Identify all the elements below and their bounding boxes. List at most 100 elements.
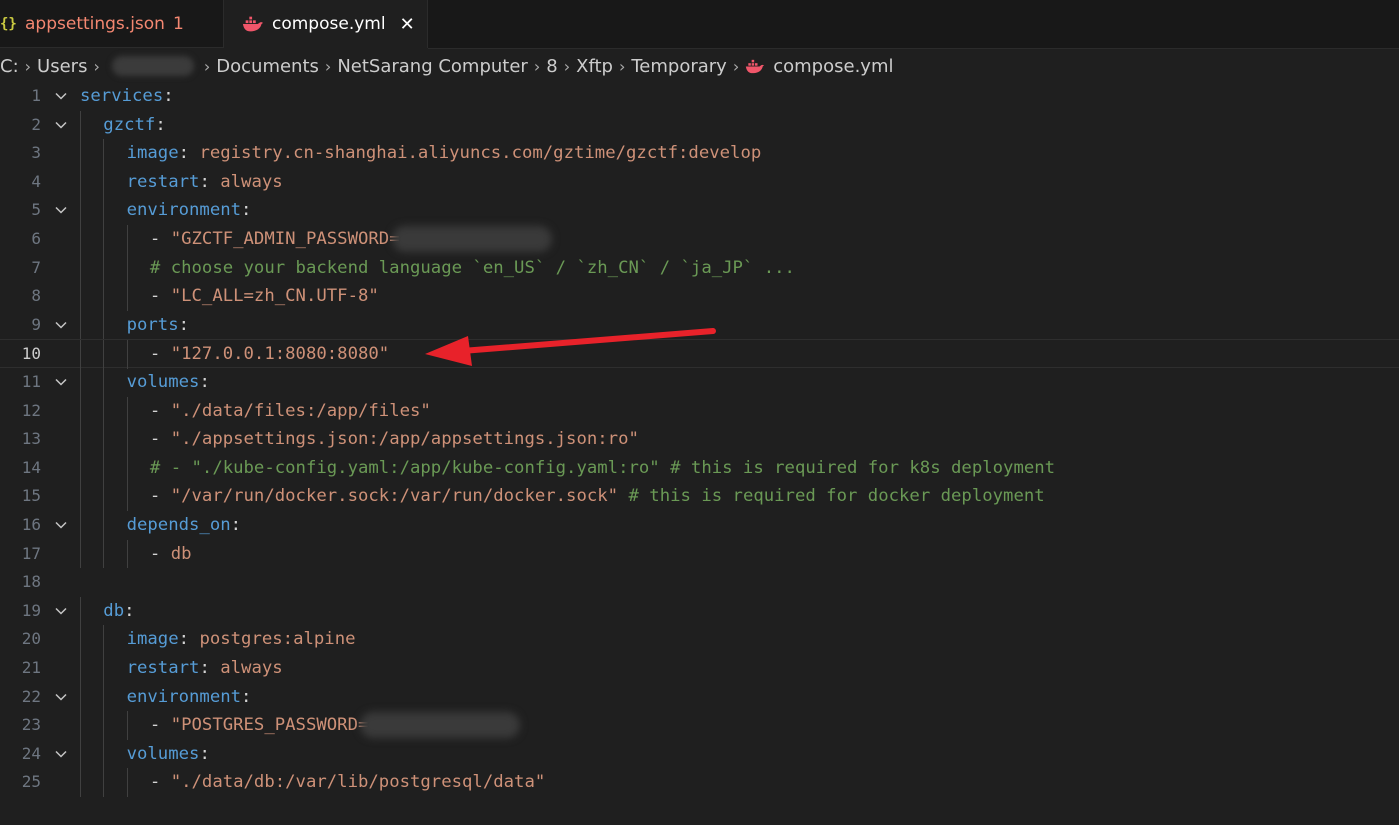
code-line[interactable]: 23 - "POSTGRES_PASSWORD=: [0, 711, 1399, 740]
problem-count-badge: 1: [172, 13, 184, 34]
code-token: :: [178, 629, 200, 650]
line-number: 24: [21, 743, 41, 763]
breadcrumb-item[interactable]: C:: [0, 56, 19, 77]
line-number: 2: [31, 114, 41, 134]
line-number: 17: [21, 543, 41, 563]
line-number: 9: [31, 314, 41, 334]
line-number: 20: [21, 629, 41, 649]
indent-guide: [126, 482, 128, 511]
code-text: - "GZCTF_ADMIN_PASSWORD=: [150, 225, 552, 254]
chevron-down-icon[interactable]: [55, 376, 67, 388]
code-token: # this is required for docker deployment: [618, 486, 1045, 507]
code-line[interactable]: 10 - "127.0.0.1:8080:8080": [0, 339, 1399, 369]
code-line[interactable]: 16 depends_on:: [0, 511, 1399, 540]
indent-guide: [103, 282, 105, 311]
indent-guide: [103, 453, 105, 483]
docker-icon: [242, 16, 264, 32]
code-token: depends_on: [126, 515, 231, 535]
code-line[interactable]: 7 # choose your backend language `en_US` …: [0, 253, 1399, 283]
code-text: - "127.0.0.1:8080:8080": [150, 340, 389, 369]
code-text: restart: always: [127, 168, 283, 197]
code-text: restart: always: [127, 654, 283, 683]
code-line[interactable]: 9 ports:: [0, 310, 1399, 340]
code-line[interactable]: 20 image: postgres:alpine: [0, 625, 1399, 654]
indent-guide: [80, 453, 81, 483]
breadcrumb-item[interactable]: 8: [546, 56, 557, 77]
code-text: ports:: [127, 311, 189, 340]
line-number: 19: [21, 600, 41, 620]
code-line[interactable]: 14 # - "./kube-config.yaml:/app/kube-conf…: [0, 453, 1399, 483]
breadcrumb-item[interactable]: Xftp: [576, 56, 613, 77]
indent-guide: [103, 482, 105, 511]
indent-guide: [126, 340, 128, 369]
chevron-down-icon[interactable]: [55, 691, 67, 703]
chevron-down-icon[interactable]: [55, 519, 67, 531]
code-token: -: [149, 772, 171, 793]
code-editor[interactable]: 1 services: 2 gzctf: 3 image: registry.cn-sha…: [0, 82, 1399, 825]
code-line[interactable]: 18: [0, 568, 1399, 597]
code-token: registry.cn-shanghai.aliyuncs.com/gztime…: [199, 143, 762, 164]
code-text: depends_on:: [127, 511, 241, 540]
indent-guide: [126, 225, 128, 254]
code-token: :: [199, 658, 221, 678]
code-line[interactable]: 8 - "LC_ALL=zh_CN.UTF-8": [0, 282, 1399, 311]
code-token: restart: [126, 658, 200, 678]
code-token: :: [155, 114, 166, 135]
chevron-down-icon[interactable]: [55, 204, 67, 216]
code-line[interactable]: 15 - "/var/run/docker.sock:/var/run/docke…: [0, 482, 1399, 511]
redacted-password: [360, 712, 521, 739]
indent-guide: [80, 539, 81, 569]
indent-guide: [103, 396, 105, 426]
breadcrumb-item[interactable]: Temporary: [631, 56, 726, 77]
breadcrumb-item[interactable]: NetSarang Computer: [337, 56, 528, 77]
line-number: 13: [21, 429, 41, 449]
code-text: - "./data/db:/var/lib/postgresql/data": [150, 768, 545, 797]
indent-guide: [80, 139, 81, 168]
close-icon[interactable]: ✕: [400, 14, 415, 35]
indent-guide: [80, 625, 81, 654]
indent-guide: [103, 368, 105, 397]
breadcrumb-item[interactable]: Documents: [216, 56, 319, 77]
chevron-down-icon[interactable]: [55, 119, 67, 131]
line-number: 16: [21, 515, 41, 534]
indent-guide: [126, 539, 128, 569]
breadcrumb-item[interactable]: Users: [37, 56, 87, 77]
code-line[interactable]: 12 - "./data/files:/app/files": [0, 396, 1399, 426]
code-line[interactable]: 19 db:: [0, 596, 1399, 626]
code-line[interactable]: 25 - "./data/db:/var/lib/postgresql/data": [0, 768, 1399, 797]
code-line[interactable]: 24 volumes:: [0, 739, 1399, 769]
code-line[interactable]: 3 image: registry.cn-shanghai.aliyuncs.co…: [0, 139, 1399, 168]
chevron-down-icon[interactable]: [55, 90, 67, 102]
code-line[interactable]: 6 - "GZCTF_ADMIN_PASSWORD=: [0, 225, 1399, 254]
code-line[interactable]: 2 gzctf:: [0, 110, 1399, 140]
breadcrumb-item[interactable]: compose.yml: [773, 56, 893, 77]
code-line[interactable]: 11 volumes:: [0, 368, 1399, 397]
code-token: volumes: [126, 372, 200, 392]
line-number: 25: [21, 772, 41, 792]
indent-guide: [126, 396, 128, 426]
indent-guide: [103, 625, 105, 654]
line-number: 1: [31, 86, 41, 105]
code-token: :: [241, 200, 252, 221]
code-token: :: [124, 600, 135, 621]
indent-guide: [126, 253, 128, 283]
chevron-down-icon[interactable]: [55, 748, 67, 760]
chevron-right-icon: ›: [93, 56, 100, 76]
code-line[interactable]: 5 environment:: [0, 196, 1399, 225]
code-line[interactable]: 13 - "./appsettings.json:/app/appsettings…: [0, 425, 1399, 454]
code-line[interactable]: 1 services:: [0, 82, 1399, 111]
code-text: environment:: [127, 683, 252, 712]
chevron-down-icon[interactable]: [55, 319, 67, 331]
code-line[interactable]: 21 restart: always: [0, 654, 1399, 683]
indent-guide: [103, 225, 105, 254]
docker-icon: [746, 59, 765, 73]
tab-compose-yml[interactable]: compose.yml ✕: [224, 0, 428, 48]
code-text: image: registry.cn-shanghai.aliyuncs.com…: [127, 139, 762, 168]
indent-guide: [80, 196, 81, 225]
code-line[interactable]: 17 - db: [0, 539, 1399, 569]
code-line[interactable]: 22 environment:: [0, 682, 1399, 712]
code-line[interactable]: 4 restart: always: [0, 167, 1399, 197]
indent-guide: [103, 310, 105, 340]
tab-appsettings-json[interactable]: {} appsettings.json 1: [0, 0, 224, 48]
chevron-down-icon[interactable]: [55, 605, 67, 617]
